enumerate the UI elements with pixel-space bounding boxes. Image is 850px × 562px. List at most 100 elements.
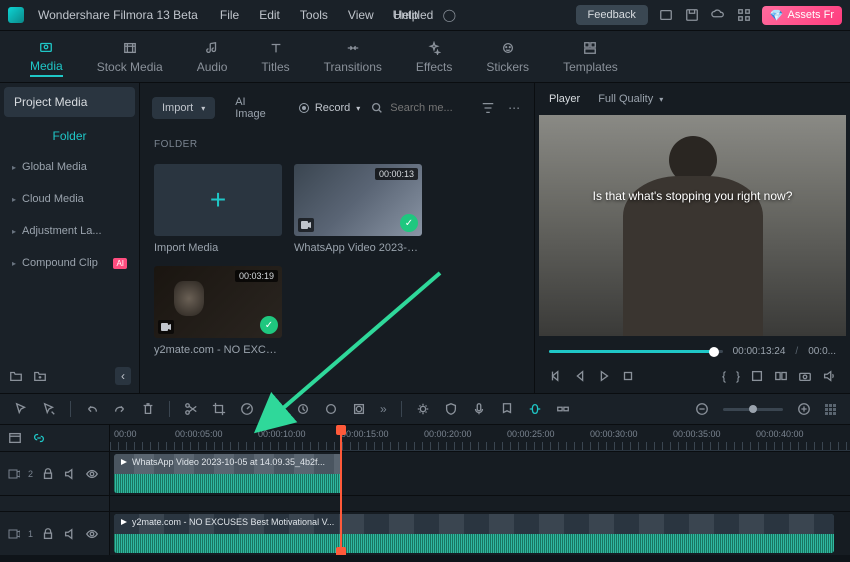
mute-icon[interactable]: [63, 527, 77, 541]
media-item[interactable]: 00:00:13 ✓ WhatsApp Video 2023-10-05...: [294, 164, 422, 254]
tab-titles[interactable]: Titles: [261, 39, 289, 74]
tab-transitions[interactable]: Transitions: [324, 39, 382, 74]
keyframe-icon[interactable]: [296, 402, 310, 416]
scrub-thumb[interactable]: [709, 347, 719, 357]
track-header-1[interactable]: 1: [0, 511, 109, 555]
zoom-out-icon[interactable]: [695, 402, 709, 416]
video-track-icon: [8, 469, 20, 479]
video-preview[interactable]: Is that what's stopping you right now?: [539, 115, 846, 336]
color-icon[interactable]: [324, 402, 338, 416]
compare-icon[interactable]: [774, 369, 788, 383]
assets-button[interactable]: 💎 Assets Fr: [762, 6, 842, 25]
crop-icon[interactable]: [750, 369, 764, 383]
collapse-sidebar-button[interactable]: ‹: [115, 367, 131, 385]
zoom-in-icon[interactable]: [797, 402, 811, 416]
player-tab[interactable]: Player: [549, 93, 580, 105]
import-media-tile[interactable]: + Import Media: [154, 164, 282, 254]
crop-tool-icon[interactable]: [212, 402, 226, 416]
feedback-button[interactable]: Feedback: [576, 5, 648, 25]
menu-tools[interactable]: Tools: [300, 8, 328, 22]
tab-stock-media[interactable]: Stock Media: [97, 39, 163, 74]
import-button[interactable]: Import▾: [152, 97, 215, 119]
prev-frame-icon[interactable]: [549, 369, 563, 383]
undo-icon[interactable]: [85, 402, 99, 416]
text-tool-icon[interactable]: [268, 402, 282, 416]
lock-icon[interactable]: [41, 527, 55, 541]
tab-stickers[interactable]: Stickers: [486, 39, 529, 74]
workspace-tabs: Media Stock Media Audio Titles Transitio…: [0, 31, 850, 83]
folder-tab[interactable]: Folder: [0, 121, 139, 151]
filter-icon[interactable]: [480, 100, 496, 116]
sync-status-icon: ◯: [441, 7, 457, 23]
zoom-slider[interactable]: [723, 408, 783, 411]
new-folder-icon[interactable]: [8, 368, 24, 384]
link-icon[interactable]: [32, 431, 46, 445]
pointer-tool-icon[interactable]: [14, 402, 28, 416]
more-tools-icon[interactable]: »: [380, 402, 387, 416]
tab-effects[interactable]: Effects: [416, 39, 452, 74]
view-grid-icon[interactable]: [825, 404, 836, 415]
more-icon[interactable]: ⋯: [506, 100, 522, 116]
delete-icon[interactable]: [141, 402, 155, 416]
menu-view[interactable]: View: [348, 8, 374, 22]
quality-selector[interactable]: Full Quality▾: [598, 93, 663, 105]
timeline-clip[interactable]: y2mate.com - NO EXCUSES Best Motivationa…: [114, 514, 834, 553]
track-header-2[interactable]: 2: [0, 451, 109, 495]
tab-media[interactable]: Media: [30, 38, 63, 77]
video-track-2[interactable]: WhatsApp Video 2023-10-05 at 14.09.35_4b…: [110, 451, 850, 495]
scrub-bar[interactable]: [549, 350, 723, 353]
tab-templates[interactable]: Templates: [563, 39, 618, 74]
project-media-header[interactable]: Project Media: [4, 87, 135, 117]
lock-icon[interactable]: [41, 467, 55, 481]
duration-badge: 00:03:19: [235, 270, 278, 282]
snapshot-icon[interactable]: [798, 369, 812, 383]
cloud-upload-icon[interactable]: [710, 7, 726, 23]
split-icon[interactable]: [184, 402, 198, 416]
speed-icon[interactable]: [240, 402, 254, 416]
sidebar-item-cloud-media[interactable]: ▸Cloud Media: [0, 183, 139, 215]
step-back-icon[interactable]: [573, 369, 587, 383]
sidebar-item-global-media[interactable]: ▸Global Media: [0, 151, 139, 183]
chevron-right-icon: ▸: [12, 227, 16, 236]
tab-audio[interactable]: Audio: [197, 39, 228, 74]
record-button[interactable]: Record▾: [299, 102, 360, 114]
video-type-icon: [158, 320, 174, 334]
volume-icon[interactable]: [822, 369, 836, 383]
time-ruler[interactable]: 00:00 00:00:05:00 00:00:10:00 00:00:15:0…: [110, 425, 850, 451]
shield-icon[interactable]: [444, 402, 458, 416]
sidebar-item-compound-clip[interactable]: ▸Compound ClipAI: [0, 247, 139, 279]
menu-file[interactable]: File: [220, 8, 239, 22]
timeline-options-icon[interactable]: [8, 431, 22, 445]
snap-icon[interactable]: [556, 402, 570, 416]
app-name: Wondershare Filmora 13 Beta: [38, 8, 198, 22]
sidebar-item-adjustment-layer[interactable]: ▸Adjustment La...: [0, 215, 139, 247]
layout-icon[interactable]: [658, 7, 674, 23]
mark-out-icon[interactable]: }: [736, 369, 740, 383]
auto-ripple-icon[interactable]: [528, 402, 542, 416]
ai-tool-icon[interactable]: [416, 402, 430, 416]
ai-image-button[interactable]: AI Image: [225, 91, 289, 125]
search-field[interactable]: [370, 101, 470, 115]
select-tool-icon[interactable]: [42, 402, 56, 416]
play-icon[interactable]: [597, 369, 611, 383]
playhead[interactable]: [340, 425, 342, 555]
video-track-1[interactable]: y2mate.com - NO EXCUSES Best Motivationa…: [110, 511, 850, 555]
document-title-area: Untitled ◯: [393, 7, 458, 23]
stop-icon[interactable]: [621, 369, 635, 383]
mask-icon[interactable]: [352, 402, 366, 416]
timeline-clip[interactable]: WhatsApp Video 2023-10-05 at 14.09.35_4b…: [114, 454, 342, 493]
marker-icon[interactable]: [500, 402, 514, 416]
mic-icon[interactable]: [472, 402, 486, 416]
new-folder-plus-icon[interactable]: [32, 368, 48, 384]
visibility-icon[interactable]: [85, 527, 99, 541]
timeline-tracks[interactable]: 00:00 00:00:05:00 00:00:10:00 00:00:15:0…: [110, 425, 850, 555]
apps-icon[interactable]: [736, 7, 752, 23]
mark-in-icon[interactable]: {: [722, 369, 726, 383]
menu-edit[interactable]: Edit: [259, 8, 280, 22]
save-icon[interactable]: [684, 7, 700, 23]
media-item[interactable]: 00:03:19 ✓ y2mate.com - NO EXCUSES ...: [154, 266, 282, 356]
visibility-icon[interactable]: [85, 467, 99, 481]
redo-icon[interactable]: [113, 402, 127, 416]
mute-icon[interactable]: [63, 467, 77, 481]
search-input[interactable]: [390, 102, 470, 114]
